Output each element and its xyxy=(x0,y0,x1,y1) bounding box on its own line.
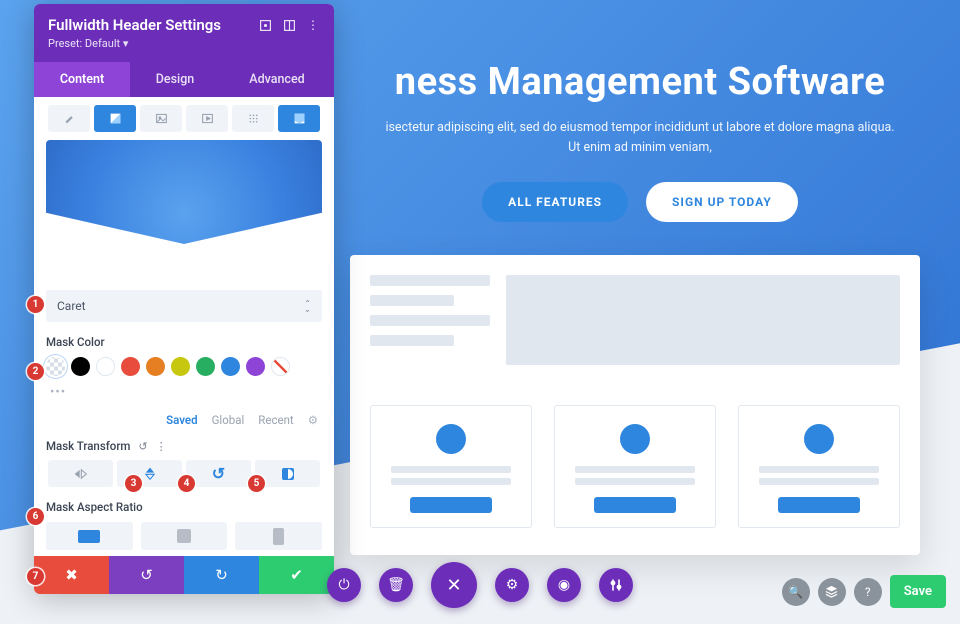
reset-transform-icon[interactable]: ↺ xyxy=(138,440,147,453)
swatch-purple[interactable] xyxy=(246,357,265,376)
swatch-green[interactable] xyxy=(196,357,215,376)
aspect-square[interactable] xyxy=(141,522,228,550)
annotation-6: 6 xyxy=(27,508,44,525)
swatch-yellow[interactable] xyxy=(171,357,190,376)
more-icon[interactable]: ⋮ xyxy=(306,18,320,32)
mask-transform-label: Mask Transform xyxy=(46,439,130,453)
panel-cancel-button[interactable]: ✖ xyxy=(34,556,109,594)
swatch-orange[interactable] xyxy=(146,357,165,376)
bg-option-paint[interactable] xyxy=(48,105,90,132)
expand-icon[interactable] xyxy=(258,18,272,32)
palette-tab-recent[interactable]: Recent xyxy=(258,413,293,427)
toolbar-trash-button[interactable]: 🗑 xyxy=(379,568,413,602)
palette-tab-saved[interactable]: Saved xyxy=(166,413,197,427)
aspect-landscape[interactable] xyxy=(46,522,133,550)
builder-toolbar: ⏻ 🗑 ✕ ⚙ ◉ xyxy=(327,562,633,608)
mask-aspect-label: Mask Aspect Ratio xyxy=(46,500,322,514)
hero-subtitle: isectetur adipiscing elit, sed do eiusmo… xyxy=(340,118,940,158)
bg-option-video[interactable] xyxy=(186,105,228,132)
palette-tab-global[interactable]: Global xyxy=(212,413,245,427)
bg-option-mask[interactable] xyxy=(278,105,320,132)
swatch-black[interactable] xyxy=(71,357,90,376)
background-type-row xyxy=(46,105,322,132)
hero-title: ness Management Software xyxy=(340,60,940,104)
swatch-transparent[interactable] xyxy=(46,357,65,376)
panel-confirm-button[interactable]: ✔ xyxy=(259,556,334,594)
mask-preview xyxy=(46,140,322,276)
aspect-portrait[interactable] xyxy=(235,522,322,550)
annotation-4: 4 xyxy=(178,475,195,492)
zoom-button[interactable]: 🔍 xyxy=(782,578,810,606)
annotation-2: 2 xyxy=(27,363,44,380)
bg-option-pattern[interactable] xyxy=(232,105,274,132)
bg-option-gradient[interactable] xyxy=(94,105,136,132)
help-button[interactable]: ? xyxy=(854,578,882,606)
toolbar-history-button[interactable]: ◉ xyxy=(547,568,581,602)
mask-style-value: Caret xyxy=(57,299,86,313)
mask-style-select[interactable]: Caret xyxy=(46,290,322,322)
all-features-button[interactable]: ALL FEATURES xyxy=(482,182,628,222)
snap-icon[interactable] xyxy=(282,18,296,32)
toolbar-close-button[interactable]: ✕ xyxy=(431,562,477,608)
palette-settings-icon[interactable]: ⚙ xyxy=(308,413,318,427)
hero-section: ness Management Software isectetur adipi… xyxy=(340,60,940,222)
panel-undo-button[interactable]: ↺ xyxy=(109,556,184,594)
swatch-none[interactable] xyxy=(271,357,290,376)
annotation-1: 1 xyxy=(27,296,44,313)
swatch-white[interactable] xyxy=(96,357,115,376)
select-caret-icon xyxy=(304,302,311,310)
transform-more-icon[interactable]: ⋮ xyxy=(156,440,167,453)
wireframe-preview xyxy=(350,255,920,555)
transform-rotate[interactable]: ↺ xyxy=(186,460,251,487)
save-button[interactable]: Save xyxy=(890,575,946,608)
mask-color-label: Mask Color xyxy=(46,335,322,349)
tab-content[interactable]: Content xyxy=(34,62,130,97)
panel-title: Fullwidth Header Settings xyxy=(48,16,221,34)
annotation-5: 5 xyxy=(248,475,265,492)
toolbar-settings-button[interactable]: ⚙ xyxy=(495,568,529,602)
tab-advanced[interactable]: Advanced xyxy=(220,62,334,97)
preset-selector[interactable]: Preset: Default ▾ xyxy=(48,37,320,50)
sign-up-button[interactable]: SIGN UP TODAY xyxy=(646,182,798,222)
bg-option-image[interactable] xyxy=(140,105,182,132)
layers-button[interactable] xyxy=(818,578,846,606)
annotation-7: 7 xyxy=(27,568,44,585)
toolbar-power-button[interactable]: ⏻ xyxy=(327,568,361,602)
swatch-blue[interactable] xyxy=(221,357,240,376)
annotation-3: 3 xyxy=(125,475,142,492)
toolbar-sliders-button[interactable] xyxy=(599,568,633,602)
tab-design[interactable]: Design xyxy=(130,62,220,97)
more-swatches-button[interactable]: ••• xyxy=(46,382,70,403)
panel-redo-button[interactable]: ↻ xyxy=(184,556,259,594)
transform-flip-h[interactable] xyxy=(48,460,113,487)
settings-panel: Fullwidth Header Settings ⋮ Preset: Defa… xyxy=(34,4,334,594)
swatch-red[interactable] xyxy=(121,357,140,376)
